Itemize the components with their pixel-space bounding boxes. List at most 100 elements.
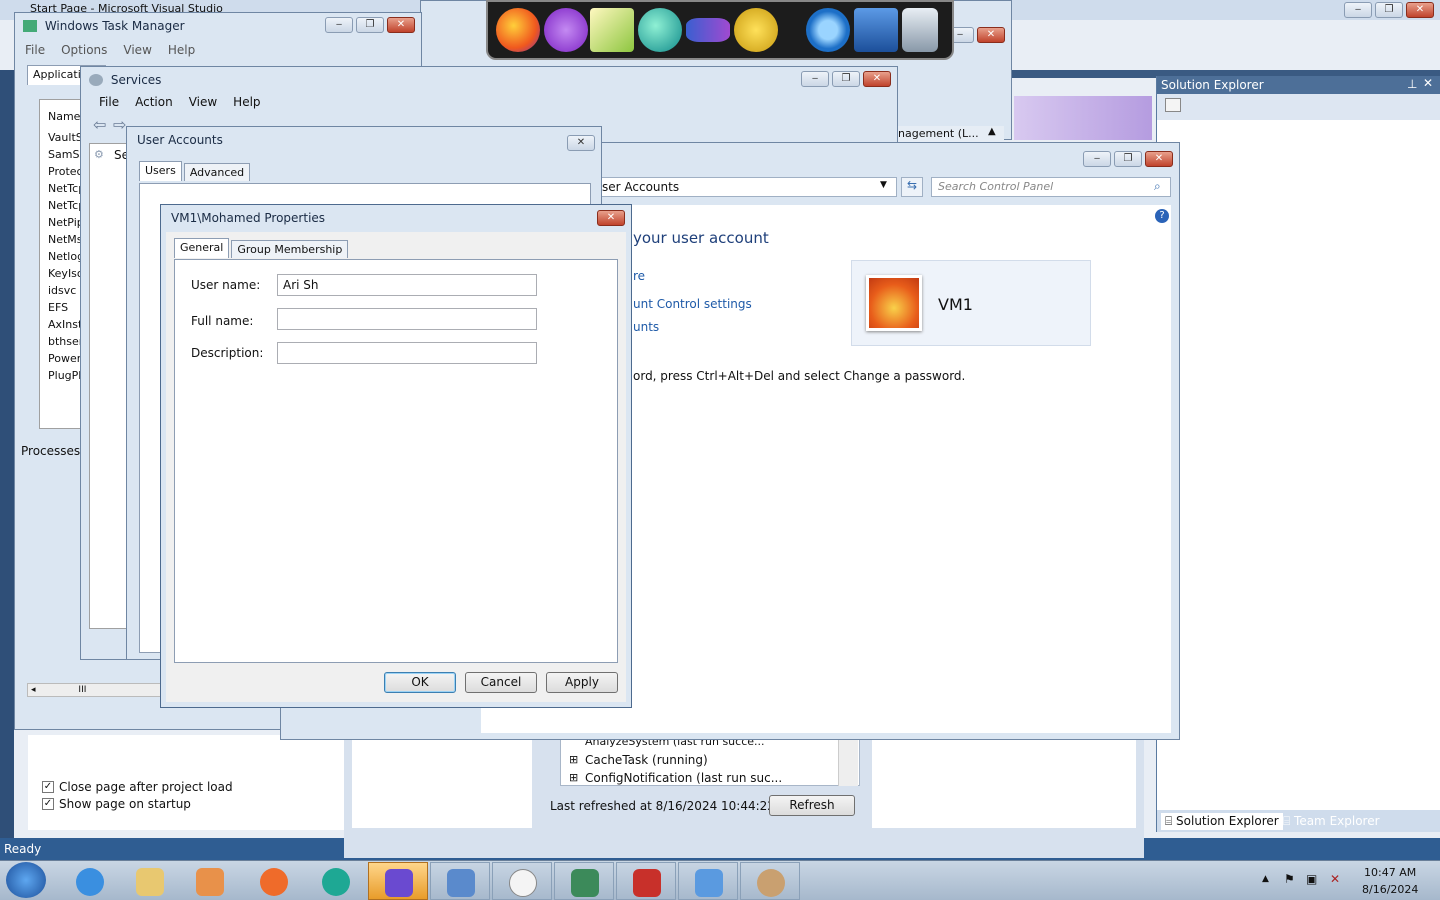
taskbar-control-panel[interactable] [678, 862, 738, 900]
dropdown-chevron-icon[interactable]: ▼ [880, 180, 887, 190]
vs-minimize-button[interactable]: ‒ [1344, 2, 1372, 18]
cp-maximize-button[interactable]: ❐ [1114, 151, 1142, 167]
tab-group-membership[interactable]: Group Membership [231, 240, 349, 258]
browser-globe-icon[interactable] [638, 8, 682, 52]
start-button[interactable] [6, 862, 46, 898]
image-editor-icon[interactable] [590, 8, 634, 52]
tm-maximize-button[interactable]: ❐ [356, 17, 384, 33]
task-item-confignotification[interactable]: ConfigNotification (last run suc... [585, 771, 782, 785]
forward-arrow-icon[interactable]: ⇨ [113, 115, 126, 134]
properties-dialog: VM1\Mohamed Properties ✕ General Group M… [160, 204, 632, 708]
cp-link-1[interactable]: re [633, 269, 645, 283]
background-close-button[interactable]: ✕ [977, 27, 1005, 43]
taskbar-task-manager[interactable] [554, 862, 614, 900]
properties-close-button[interactable]: ✕ [597, 210, 625, 226]
services-minimize-button[interactable]: ‒ [801, 71, 829, 87]
services-menu-help[interactable]: Help [233, 95, 260, 109]
show-hidden-icons[interactable]: ▲ [1262, 874, 1269, 884]
infinity-app-icon[interactable] [686, 18, 730, 42]
network-icon [447, 869, 475, 897]
refresh-icon[interactable]: ⇆ [901, 177, 923, 197]
fullname-field[interactable] [277, 308, 537, 330]
tm-hscrollbar[interactable]: ◂ III [27, 683, 167, 697]
tm-column-name[interactable]: Name [48, 110, 80, 123]
tm-menu-help[interactable]: Help [168, 43, 195, 57]
services-menu-view[interactable]: View [189, 95, 217, 109]
expand-icon[interactable]: ⊞ [569, 753, 578, 766]
apply-button[interactable]: Apply [546, 672, 618, 693]
services-icon [89, 74, 103, 86]
back-arrow-icon[interactable]: ⇦ [93, 115, 106, 134]
tab-team-explorer[interactable]: ⌸ Team Explorer [1283, 814, 1380, 829]
monitor-icon [571, 869, 599, 897]
collapse-up-icon[interactable]: ▲ [988, 126, 996, 137]
solution-explorer-tab-icon: ⌸ [1165, 814, 1173, 828]
taskbar-media[interactable] [180, 862, 240, 900]
tab-general[interactable]: General [174, 238, 230, 258]
username-label: User name: [191, 278, 261, 292]
services-menu-action[interactable]: Action [135, 95, 173, 109]
search-icon[interactable]: ⌕ [1154, 179, 1161, 194]
clock-time[interactable]: 10:47 AM [1364, 866, 1416, 879]
taskbar-globe[interactable] [306, 862, 366, 900]
cancel-button[interactable]: Cancel [465, 672, 537, 693]
account-picture[interactable] [866, 275, 922, 331]
close-page-checkbox[interactable]: ✓ [42, 781, 54, 793]
cp-password-hint: ord, press Ctrl+Alt+Del and select Chang… [633, 369, 966, 383]
ok-button[interactable]: OK [384, 672, 456, 693]
flag-icon[interactable]: ⚑ [1284, 872, 1295, 886]
cp-minimize-button[interactable]: ‒ [1083, 151, 1111, 167]
cp-address-bar[interactable]: ser Accounts ▼ [581, 177, 897, 197]
cp-close-button[interactable]: ✕ [1145, 151, 1173, 167]
cp-search-input[interactable]: Search Control Panel ⌕ [931, 177, 1171, 197]
tab-solution-explorer[interactable]: ⌸ Solution Explorer [1161, 813, 1283, 830]
task-scheduler-right [872, 738, 1136, 828]
ua-tab-users[interactable]: Users [139, 161, 182, 181]
refresh-button[interactable]: Refresh [769, 795, 855, 816]
description-field[interactable] [277, 342, 537, 364]
pin-icon[interactable]: ⊥ [1407, 77, 1417, 91]
internet-explorer-icon[interactable] [806, 8, 850, 52]
tm-close-button[interactable]: ✕ [387, 17, 415, 33]
computer-icon[interactable] [854, 8, 898, 52]
vs-maximize-button[interactable]: ❐ [1375, 2, 1403, 18]
taskbar-clock-app[interactable] [492, 862, 552, 900]
taskbar-network[interactable] [430, 862, 490, 900]
mask-app-icon[interactable] [544, 8, 588, 52]
cp-link-accounts[interactable]: unts [633, 320, 659, 334]
taskbar-users[interactable] [740, 862, 800, 900]
ua-tab-advanced[interactable]: Advanced [183, 163, 251, 181]
expand-icon[interactable]: ⊞ [569, 771, 578, 784]
cp-address-text: ser Accounts [602, 180, 680, 194]
clock-date[interactable]: 8/16/2024 [1362, 883, 1418, 896]
services-maximize-button[interactable]: ❐ [832, 71, 860, 87]
services-menu-file[interactable]: File [99, 95, 119, 109]
taskbar-explorer[interactable] [120, 862, 180, 900]
taskbar-vs[interactable] [368, 862, 428, 900]
username-field[interactable]: Ari Sh [277, 274, 537, 296]
firefox-icon[interactable] [496, 8, 540, 52]
description-label: Description: [191, 346, 264, 360]
firefox-icon [260, 868, 288, 896]
tm-menu-options[interactable]: Options [61, 43, 107, 57]
services-close-button[interactable]: ✕ [863, 71, 891, 87]
tm-minimize-button[interactable]: ‒ [325, 17, 353, 33]
close-icon[interactable]: ✕ [1423, 76, 1433, 90]
show-page-checkbox[interactable]: ✓ [42, 798, 54, 810]
taskbar-ie[interactable] [60, 862, 120, 900]
properties-icon[interactable] [1165, 98, 1181, 112]
cp-link-uac[interactable]: unt Control settings [633, 297, 752, 311]
bee-app-icon[interactable] [734, 8, 778, 52]
vs-close-button[interactable]: ✕ [1406, 2, 1434, 18]
task-list-scrollbar[interactable] [838, 738, 858, 786]
task-item-cachetask[interactable]: CacheTask (running) [585, 753, 708, 767]
volume-icon[interactable]: ✕ [1330, 872, 1340, 886]
tm-menu-view[interactable]: View [123, 43, 151, 57]
help-icon[interactable]: ? [1155, 209, 1169, 223]
recycle-bin-icon[interactable] [902, 8, 938, 52]
taskbar-toolbox[interactable] [616, 862, 676, 900]
taskbar-firefox[interactable] [244, 862, 304, 900]
ua-close-button[interactable]: ✕ [567, 135, 595, 151]
tm-menu-file[interactable]: File [25, 43, 45, 57]
network-tray-icon[interactable]: ▣ [1306, 872, 1317, 886]
